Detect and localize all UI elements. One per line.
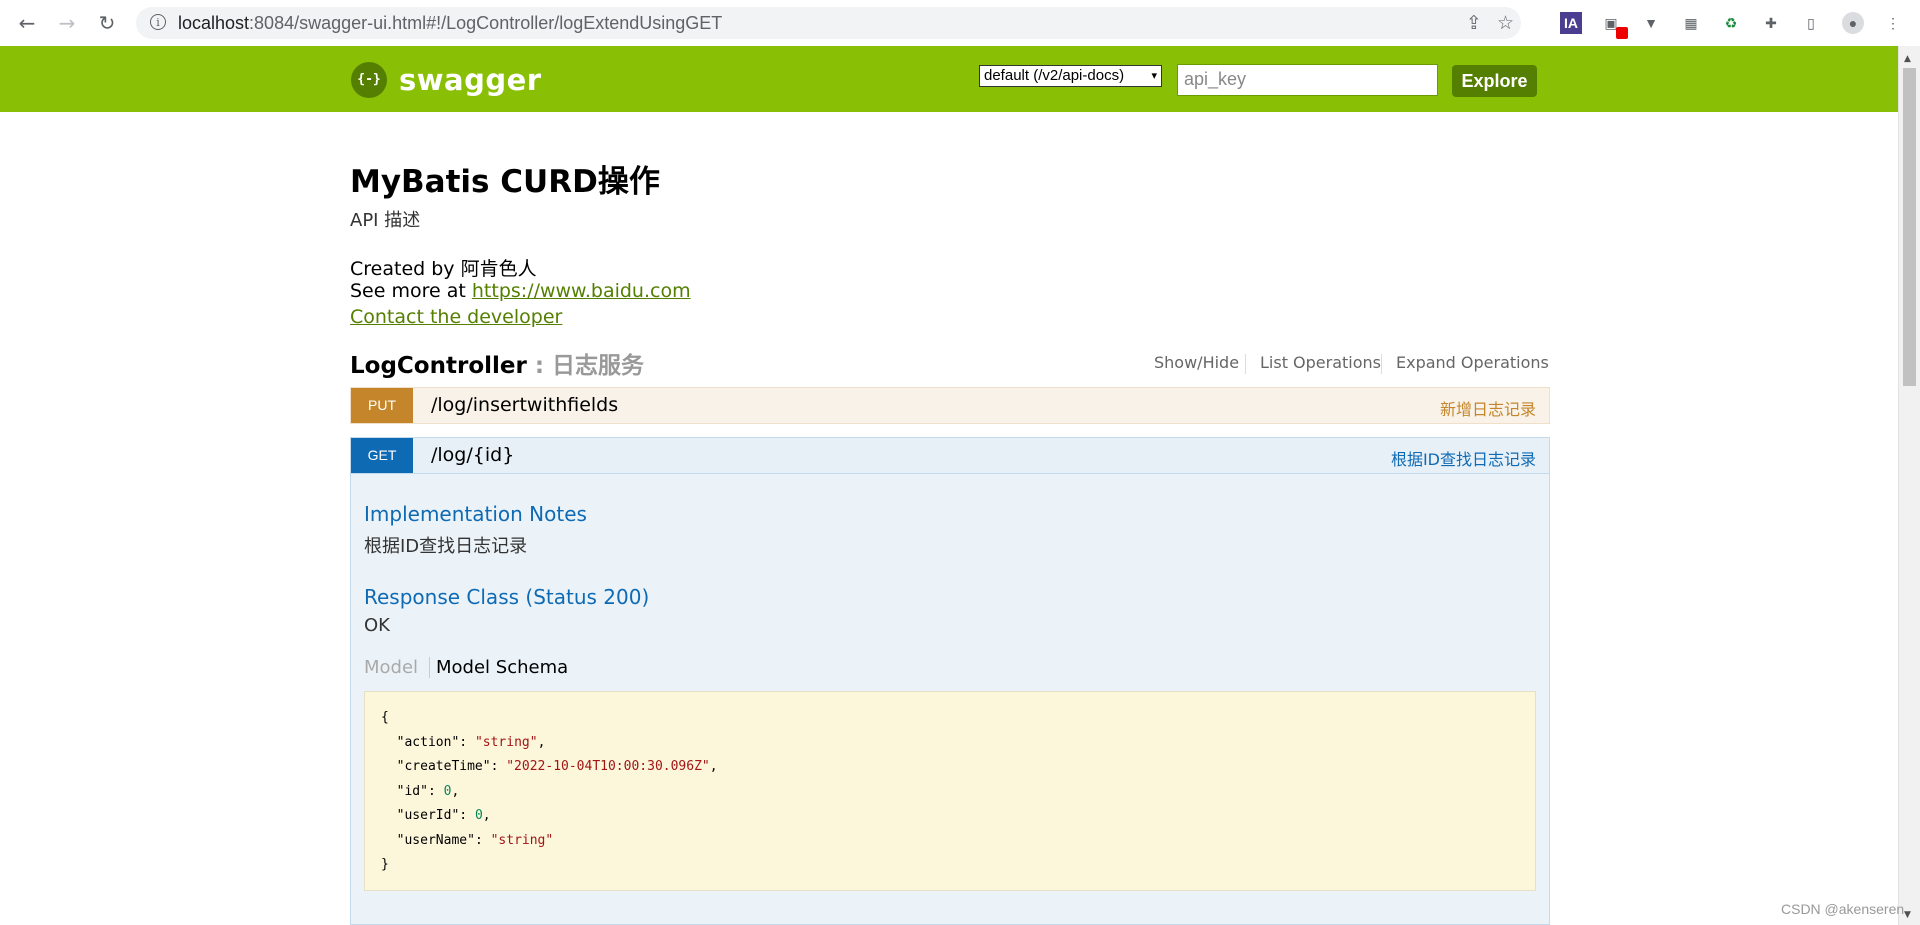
bookmark-star-icon[interactable]: ☆ bbox=[1497, 12, 1514, 34]
json-value: "string" bbox=[490, 832, 554, 848]
extension-icon[interactable]: ♻ bbox=[1720, 12, 1742, 34]
forward-icon[interactable]: → bbox=[54, 10, 80, 36]
api-description: API 描述 bbox=[350, 210, 421, 231]
chevron-down-icon: ▾ bbox=[1151, 70, 1157, 82]
response-class-title: Response Class (Status 200) bbox=[364, 585, 650, 609]
implementation-notes-title: Implementation Notes bbox=[364, 502, 587, 526]
swagger-header: {-} swagger default (/v2/api-docs) ▾ api… bbox=[0, 46, 1898, 112]
json-field-line: "action": "string", bbox=[396, 734, 546, 750]
json-field-line: "userName": "string" bbox=[396, 832, 554, 848]
browser-menu-icon[interactable]: ⋮ bbox=[1882, 12, 1904, 34]
expand-operations-link[interactable]: Expand Operations bbox=[1396, 353, 1549, 372]
scroll-down-arrow[interactable]: ▼ bbox=[1904, 910, 1911, 920]
json-value: 0 bbox=[474, 808, 483, 823]
swagger-logo-icon: {-} bbox=[351, 62, 387, 98]
api-spec-select[interactable]: default (/v2/api-docs) ▾ bbox=[979, 65, 1162, 87]
api-spec-selected: default (/v2/api-docs) bbox=[984, 67, 1125, 84]
profile-avatar-icon[interactable]: ● bbox=[1842, 12, 1864, 34]
response-class-text: OK bbox=[364, 615, 390, 636]
created-by: Created by 阿肯色人 bbox=[350, 258, 537, 280]
scroll-up-arrow[interactable]: ▲ bbox=[1904, 54, 1911, 64]
see-more-prefix: See more at bbox=[350, 280, 472, 302]
operation-row-put[interactable]: PUT /log/insertwithfields 新增日志记录 bbox=[350, 387, 1550, 424]
json-key: "createTime" bbox=[396, 759, 491, 774]
browser-toolbar: ← → ↻ i localhost:8084/swagger-ui.html#!… bbox=[0, 0, 1920, 47]
puzzle-extensions-icon[interactable]: ✚ bbox=[1760, 12, 1782, 34]
json-key: "userId" bbox=[396, 808, 460, 823]
json-value: "string" bbox=[474, 734, 538, 750]
vue-devtools-icon[interactable]: ▼ bbox=[1640, 12, 1662, 34]
json-key: "action" bbox=[396, 734, 460, 750]
json-fields: "action": "string", "createTime": "2022-… bbox=[381, 731, 1519, 854]
list-operations-link[interactable]: List Operations bbox=[1260, 353, 1381, 372]
show-hide-link[interactable]: Show/Hide bbox=[1154, 353, 1239, 372]
json-field-line: "createTime": "2022-10-04T10:00:30.096Z"… bbox=[396, 759, 718, 774]
controller-heading[interactable]: LogController : 日志服务 bbox=[350, 346, 644, 380]
method-badge-get[interactable]: GET bbox=[351, 438, 413, 473]
divider bbox=[1245, 354, 1246, 374]
controller-description: : 日志服务 bbox=[526, 353, 645, 379]
url-text[interactable]: localhost:8084/swagger-ui.html#!/LogCont… bbox=[178, 13, 722, 34]
operation-summary[interactable]: 新增日志记录 bbox=[1440, 396, 1536, 420]
scrollbar-thumb[interactable] bbox=[1903, 68, 1916, 386]
tab-model[interactable]: Model bbox=[364, 657, 418, 678]
url-host: localhost bbox=[178, 13, 250, 33]
see-more-link[interactable]: https://www.baidu.com bbox=[472, 280, 691, 302]
operation-summary[interactable]: 根据ID查找日志记录 bbox=[1391, 446, 1536, 470]
explore-button[interactable]: Explore bbox=[1452, 65, 1537, 97]
share-icon[interactable]: ⇪ bbox=[1466, 12, 1482, 34]
json-close-brace: } bbox=[381, 857, 389, 872]
json-value: 0 bbox=[443, 783, 452, 799]
operation-path[interactable]: /log/insertwithfields bbox=[431, 394, 618, 416]
page-scrollbar[interactable]: ▲ ▼ bbox=[1898, 46, 1920, 925]
watermark: CSDN @akenseren bbox=[1781, 901, 1905, 917]
extension-badge bbox=[1616, 27, 1628, 39]
api-title: MyBatis CURD操作 bbox=[350, 164, 660, 200]
operation-path[interactable]: /log/{id} bbox=[431, 444, 514, 466]
reload-icon[interactable]: ↻ bbox=[94, 10, 120, 36]
model-schema-code[interactable]: { "action": "string", "createTime": "202… bbox=[364, 691, 1536, 891]
json-open-brace: { bbox=[381, 710, 389, 725]
see-more: See more at https://www.baidu.com bbox=[350, 280, 691, 302]
controller-name[interactable]: LogController bbox=[350, 353, 527, 379]
ia-extension-icon[interactable]: IA bbox=[1560, 12, 1582, 34]
json-key: "userName" bbox=[396, 832, 475, 848]
operation-details: Implementation Notes 根据ID查找日志记录 Response… bbox=[350, 474, 1550, 925]
url-path: :8084/swagger-ui.html#!/LogController/lo… bbox=[249, 13, 723, 33]
site-info-icon[interactable]: i bbox=[150, 14, 166, 30]
json-field-line: "id": 0, bbox=[396, 783, 460, 799]
divider bbox=[1381, 354, 1382, 374]
json-field-line: "userId": 0, bbox=[396, 808, 491, 823]
json-value: "2022-10-04T10:00:30.096Z" bbox=[506, 759, 710, 774]
address-bar[interactable]: i localhost:8084/swagger-ui.html#!/LogCo… bbox=[136, 7, 1521, 39]
contact-developer-link[interactable]: Contact the developer bbox=[350, 306, 562, 328]
method-badge-put[interactable]: PUT bbox=[351, 388, 413, 423]
swagger-logo-text: swagger bbox=[399, 63, 542, 97]
api-key-input[interactable]: api_key bbox=[1177, 64, 1438, 96]
side-panel-icon[interactable]: ▯ bbox=[1800, 12, 1822, 34]
tab-model-schema[interactable]: Model Schema bbox=[429, 657, 568, 678]
json-key: "id" bbox=[396, 783, 428, 799]
implementation-notes-text: 根据ID查找日志记录 bbox=[364, 536, 528, 557]
extension-icon[interactable]: ▦ bbox=[1680, 12, 1702, 34]
back-icon[interactable]: ← bbox=[14, 10, 40, 36]
operation-row-get[interactable]: GET /log/{id} 根据ID查找日志记录 bbox=[350, 437, 1550, 474]
